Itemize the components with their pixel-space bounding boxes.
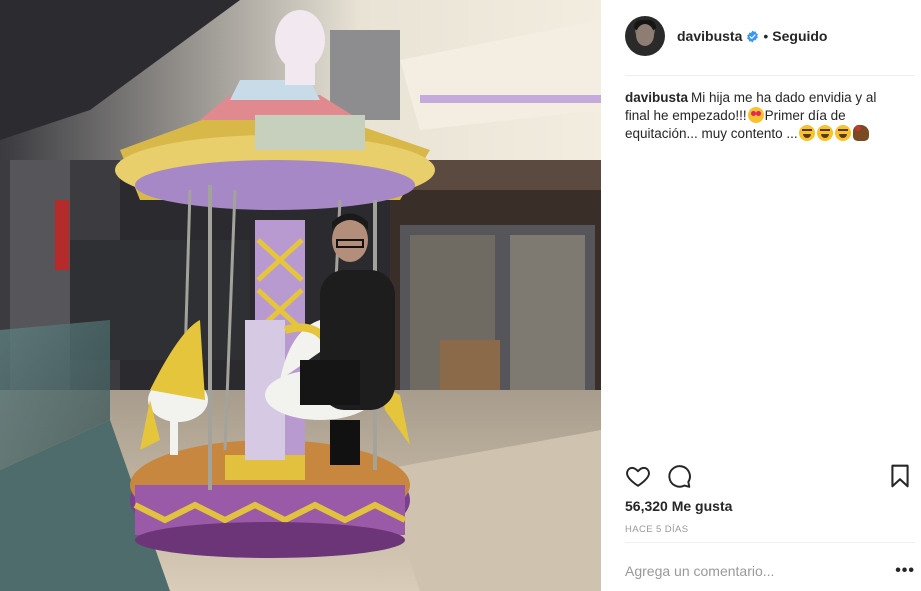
avatar[interactable]: [625, 16, 665, 56]
post-details-panel: davibusta • Seguido davibusta Mi hija me …: [601, 0, 921, 591]
caption-username-link[interactable]: davibusta: [625, 90, 688, 105]
post-timestamp[interactable]: HACE 5 DÍAS: [625, 524, 689, 535]
verified-badge-icon: [747, 30, 759, 42]
sweat-smile-emoji-icon: [834, 125, 851, 141]
post-caption: davibusta Mi hija me ha dado envidia y al…: [625, 89, 900, 143]
likes-count[interactable]: 56,320 Me gusta: [625, 498, 732, 514]
comment-input[interactable]: [625, 563, 875, 579]
following-button[interactable]: Seguido: [772, 28, 827, 44]
action-bar: [625, 463, 915, 491]
comment-bubble-icon[interactable]: [666, 463, 692, 489]
bookmark-icon[interactable]: [887, 463, 913, 489]
comment-form: •••: [625, 556, 915, 586]
more-options-button[interactable]: •••: [895, 562, 915, 580]
comment-divider: [625, 542, 915, 543]
horse-racing-emoji-icon: [852, 125, 869, 141]
heart-eyes-emoji-icon: [747, 107, 764, 123]
heart-icon[interactable]: [625, 463, 651, 489]
post-photo[interactable]: [0, 0, 601, 591]
header-divider: [625, 75, 915, 76]
username-link[interactable]: davibusta: [677, 28, 742, 44]
carousel-photo: [0, 0, 601, 591]
post-header: davibusta • Seguido: [625, 16, 915, 56]
sweat-smile-emoji-icon: [798, 125, 815, 141]
separator-dot: •: [763, 28, 769, 44]
sweat-smile-emoji-icon: [816, 125, 833, 141]
